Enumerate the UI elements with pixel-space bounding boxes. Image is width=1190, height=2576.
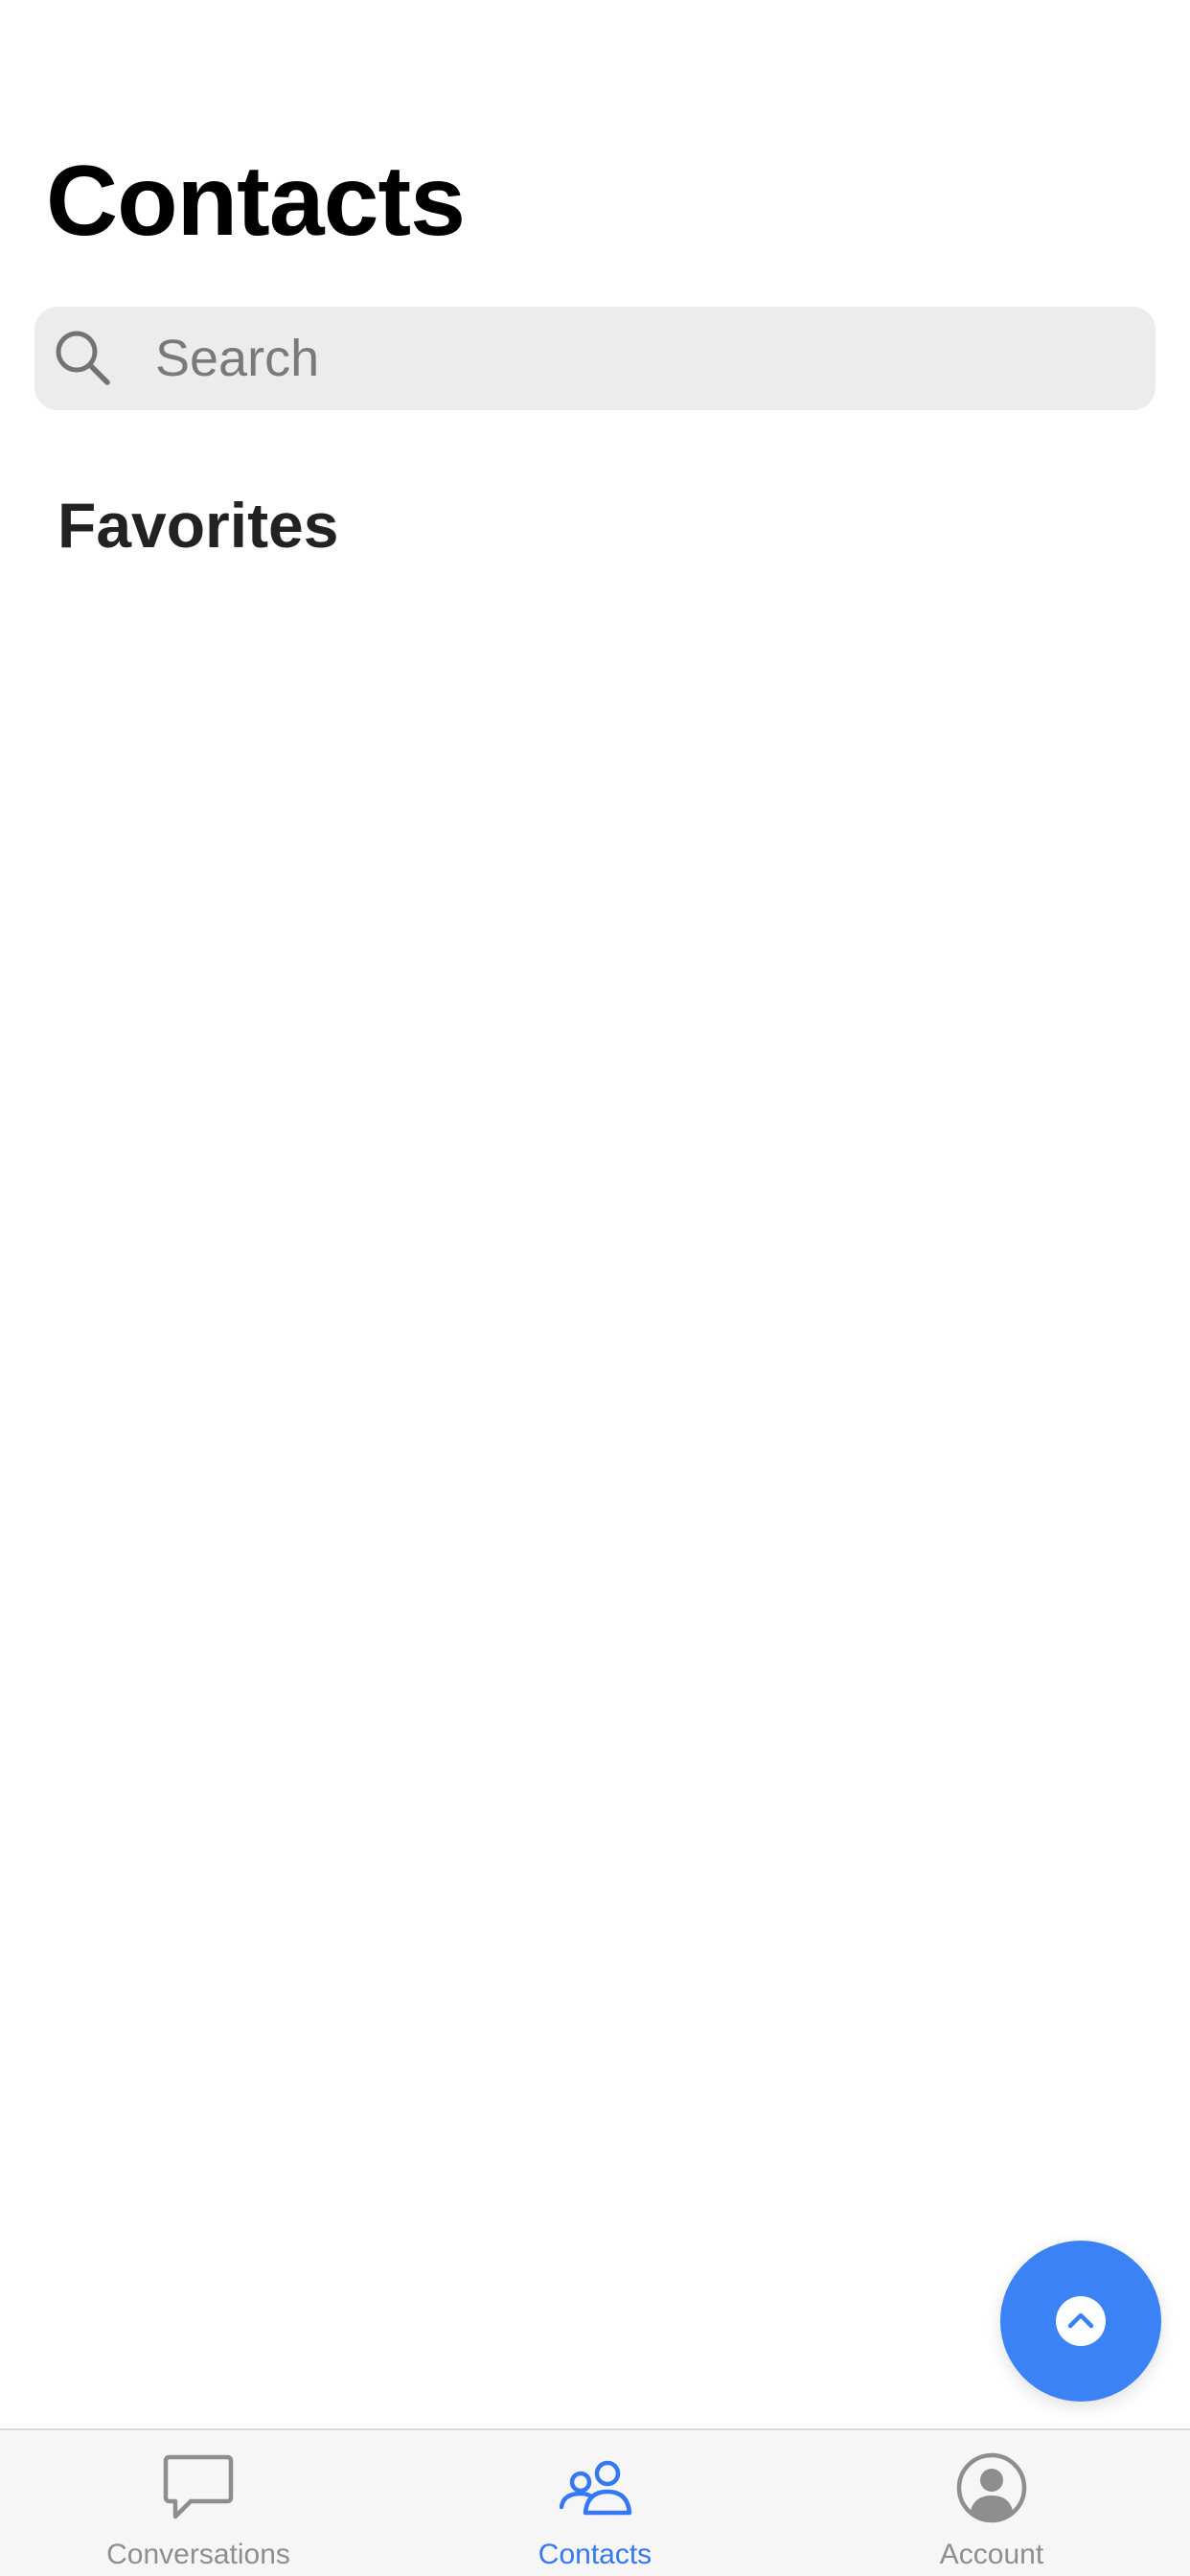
tab-label: Conversations [106,2539,290,2570]
tab-label: Contacts [538,2539,652,2570]
chevron-up-icon [1056,2296,1106,2346]
scroll-to-top-button[interactable] [1000,2241,1161,2402]
favorites-heading: Favorites [57,490,339,561]
tab-bar: Conversations Contacts Account [0,2428,1190,2576]
search-bar[interactable] [34,307,1156,410]
tab-conversations[interactable]: Conversations [0,2430,397,2576]
search-icon [54,329,113,388]
tab-contacts[interactable]: Contacts [397,2430,793,2576]
tab-account[interactable]: Account [793,2430,1190,2576]
tab-label: Account [939,2539,1044,2570]
search-input[interactable] [121,307,1136,410]
people-icon [557,2450,633,2526]
page-title: Contacts [46,146,466,257]
account-circle-icon [953,2450,1030,2526]
chat-bubble-icon [160,2450,237,2526]
